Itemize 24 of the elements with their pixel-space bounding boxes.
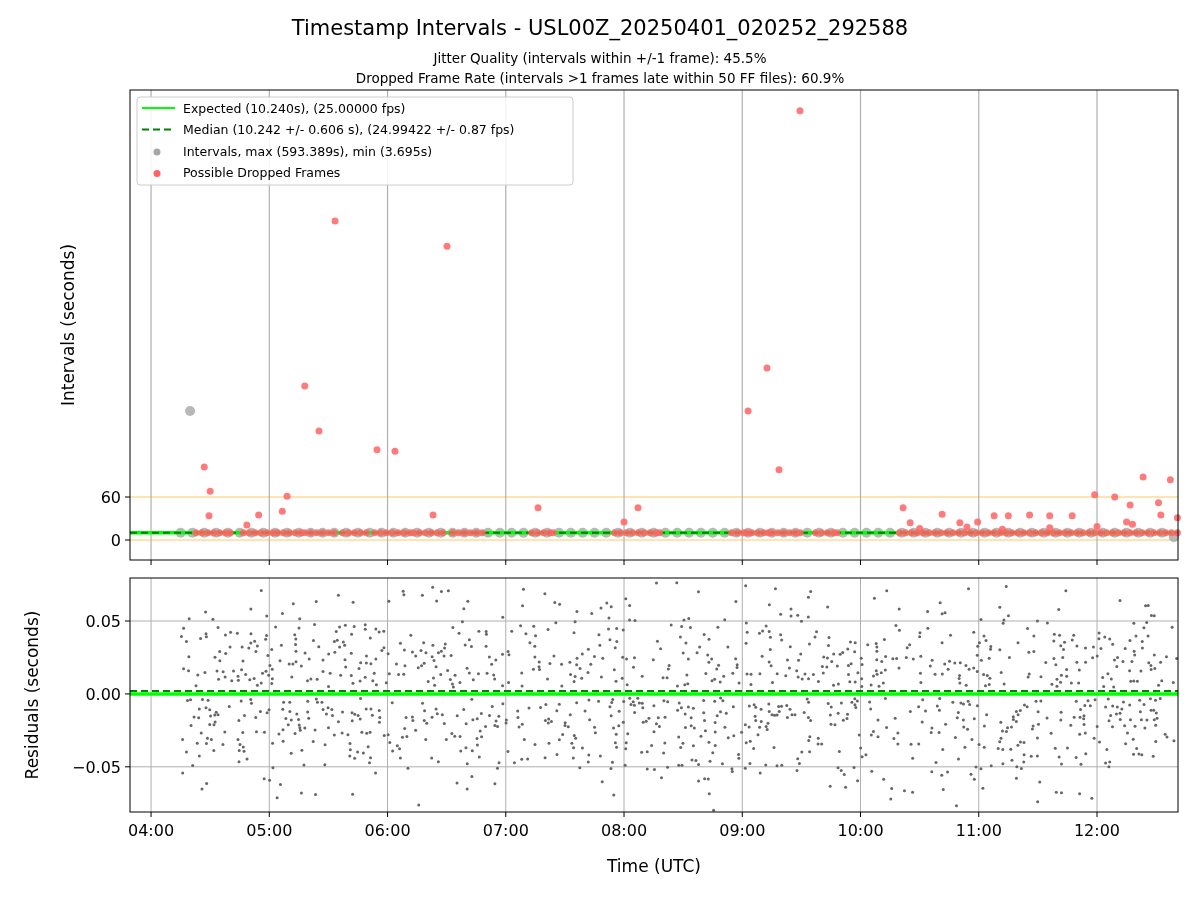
tick-label: 05:00 — [246, 821, 293, 840]
axis-title: Time (UTC) — [607, 856, 701, 876]
figure-title: Timestamp Intervals - USL00Z_20250401_020252_292588 — [291, 15, 909, 41]
legend-label: Expected (10.240s), (25.00000 fps) — [183, 100, 406, 116]
figure-subtitle: Jitter Quality (intervals within +/-1 frame): 45.5% — [433, 49, 767, 68]
tick-label: −0.05 — [71, 757, 121, 777]
tick-label: 06:00 — [364, 821, 411, 840]
axis-title: Intervals (seconds) — [58, 243, 78, 407]
tick-label: 09:00 — [719, 821, 766, 840]
legend-label: Median (10.242 +/- 0.606 s), (24.99422 +/- 0.87 fps) — [183, 122, 515, 137]
tick-label: 12:00 — [1073, 821, 1121, 840]
legend-label: Intervals, max (593.389s), min (3.695s) — [183, 143, 433, 159]
tick-label: 60 — [100, 488, 121, 507]
figure-subtitle: Dropped Frame Rate (intervals >1 frames late within 50 FF files): 60.9% — [355, 69, 845, 88]
tick-label: 04:00 — [128, 821, 175, 840]
tick-label: 07:00 — [482, 821, 529, 840]
tick-label: 0.05 — [85, 612, 121, 631]
tick-label: 0 — [110, 531, 121, 550]
tick-label: 08:00 — [600, 821, 648, 840]
legend-label: Possible Dropped Frames — [183, 165, 341, 180]
tick-label: 10:00 — [837, 821, 884, 840]
tick-label: 11:00 — [955, 821, 1002, 840]
tick-label: 0.00 — [85, 684, 121, 704]
axis-title: Residuals (seconds) — [22, 610, 42, 780]
